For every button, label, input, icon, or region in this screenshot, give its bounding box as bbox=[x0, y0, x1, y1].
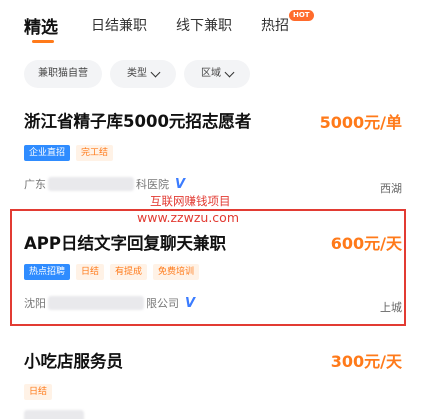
filter-area[interactable]: 区域 bbox=[184, 60, 250, 88]
job-card[interactable]: 浙江省精子库5000元招志愿者 5000元/单 企业直招 完工结 广东 科医院 … bbox=[0, 100, 436, 200]
job-tag: 企业直招 bbox=[24, 145, 71, 161]
job-card[interactable]: APP日结文字回复聊天兼职 600元/天 热点招聘 日结 有提成 免费培训 沈阳… bbox=[0, 218, 436, 322]
job-tag: 热点招聘 bbox=[24, 264, 71, 280]
company-name: 广东 科医院 V bbox=[24, 176, 185, 192]
job-district: 西湖 bbox=[380, 182, 402, 195]
filter-bar: 兼职猫自营 类型 区域 bbox=[0, 60, 436, 90]
tab-offline[interactable]: 线下兼职 bbox=[176, 15, 232, 35]
company-name bbox=[24, 410, 84, 419]
active-tab-indicator bbox=[32, 40, 54, 43]
job-tag: 免费培训 bbox=[153, 264, 200, 280]
top-tabs: 精选 日结兼职 线下兼职 热招 HOT bbox=[0, 0, 436, 52]
blurred-text bbox=[24, 410, 84, 419]
job-salary: 5000元/单 bbox=[319, 113, 402, 132]
company-suffix: 限公司 bbox=[146, 297, 179, 310]
job-tag: 日结 bbox=[24, 384, 53, 400]
hot-badge: HOT bbox=[289, 10, 314, 21]
company-prefix: 沈阳 bbox=[24, 297, 46, 310]
job-salary: 600元/天 bbox=[330, 234, 402, 253]
job-tag: 完工结 bbox=[76, 145, 114, 161]
filter-self-operated[interactable]: 兼职猫自营 bbox=[24, 60, 102, 88]
job-tag: 日结 bbox=[76, 264, 105, 280]
job-salary: 300元/天 bbox=[330, 352, 402, 371]
filter-type-label: 类型 bbox=[127, 68, 147, 79]
blurred-text bbox=[48, 177, 134, 191]
verified-icon: V bbox=[175, 176, 186, 192]
job-title: 浙江省精子库5000元招志愿者 bbox=[24, 112, 252, 131]
chevron-down-icon bbox=[224, 67, 235, 77]
filter-self-operated-label: 兼职猫自营 bbox=[38, 68, 88, 79]
company-prefix: 广东 bbox=[24, 178, 46, 191]
job-tags: 热点招聘 日结 有提成 免费培训 bbox=[24, 264, 200, 280]
tab-daily-pay[interactable]: 日结兼职 bbox=[91, 15, 147, 35]
job-title: APP日结文字回复聊天兼职 bbox=[24, 234, 226, 253]
company-name: 沈阳 限公司 V bbox=[24, 295, 195, 311]
job-tags: 企业直招 完工结 bbox=[24, 145, 114, 161]
blurred-text bbox=[48, 296, 144, 310]
company-suffix: 科医院 bbox=[136, 178, 169, 191]
job-tags: 日结 bbox=[24, 384, 53, 400]
tab-hot[interactable]: 热招 bbox=[261, 15, 289, 35]
chevron-down-icon bbox=[150, 67, 161, 77]
tab-featured[interactable]: 精选 bbox=[24, 13, 58, 38]
filter-area-label: 区域 bbox=[201, 68, 221, 79]
job-tag: 有提成 bbox=[110, 264, 148, 280]
verified-icon: V bbox=[185, 295, 196, 311]
filter-type[interactable]: 类型 bbox=[110, 60, 176, 88]
job-card[interactable]: 小吃店服务员 300元/天 日结 bbox=[0, 338, 436, 419]
job-district: 上城 bbox=[380, 301, 402, 314]
watermark-text: 互联网赚钱项目 bbox=[150, 194, 231, 208]
job-title: 小吃店服务员 bbox=[24, 352, 123, 371]
